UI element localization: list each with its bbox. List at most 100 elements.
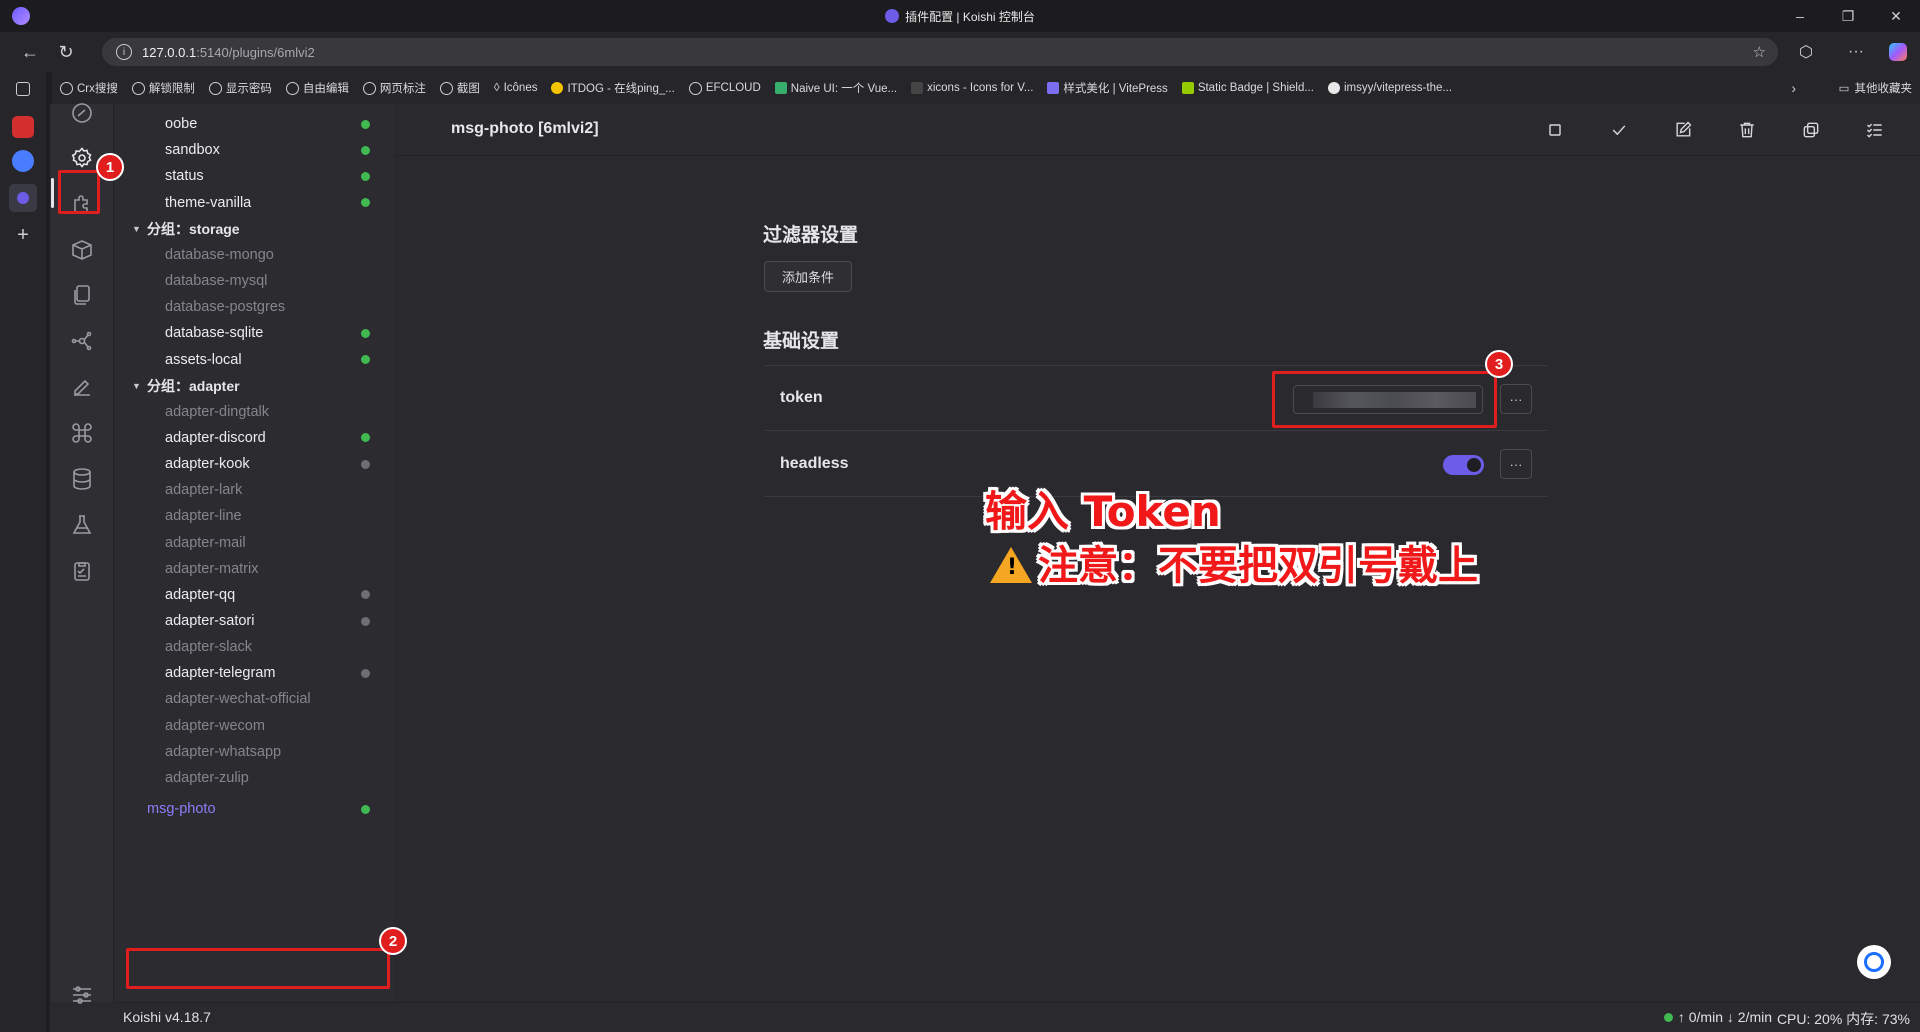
bookmark-item[interactable]: 解锁限制 xyxy=(131,80,195,96)
plugin-tree-sidebar: notifier oobe sandbox status theme-vanilla ▼ 分… xyxy=(115,104,394,1002)
new-tab-icon[interactable]: + xyxy=(12,224,34,246)
checklist-icon[interactable] xyxy=(1861,116,1889,144)
flask-icon[interactable] xyxy=(64,507,100,543)
bookmark-item[interactable]: Naive UI: 一个 Vue... xyxy=(774,80,897,96)
rename-icon[interactable] xyxy=(1669,116,1697,144)
copy-icon[interactable] xyxy=(1797,116,1825,144)
sidebar-item-label: adapter-wecom xyxy=(165,717,265,734)
globe-icon xyxy=(285,81,299,95)
sidebar-plugin-item[interactable]: msg-photo xyxy=(115,793,394,825)
basic-section-title: 基础设置 xyxy=(763,331,840,352)
address-bar[interactable]: i 127.0.0.1:5140/plugins/6mlvi2 ☆ xyxy=(102,38,1778,66)
bookmark-star-icon[interactable]: ☆ xyxy=(1753,43,1766,61)
sidebar-item-label: oobe xyxy=(165,116,198,133)
token-more-button[interactable]: ··· xyxy=(1500,384,1532,414)
sidebar-item-label: adapter-qq xyxy=(165,586,236,603)
bookmark-item[interactable]: 显示密码 xyxy=(208,80,272,96)
close-icon[interactable]: ✕ xyxy=(1872,0,1920,32)
check-icon[interactable] xyxy=(1605,116,1633,144)
sidebar-plugin-item[interactable]: adapter-zulip xyxy=(115,762,394,794)
bookmarks-bar: Crx搜搜 解锁限制 显示密码 自由编辑 网页标注 截图 ◊ Icônes ITD… xyxy=(52,72,1920,104)
sidebar-item-label: database-postgres xyxy=(165,299,286,316)
reload-icon[interactable]: ↻ xyxy=(50,36,82,68)
delete-icon[interactable] xyxy=(1733,116,1761,144)
headless-label: headless xyxy=(780,455,849,472)
stop-icon[interactable] xyxy=(1541,116,1569,144)
active-indicator xyxy=(51,178,54,208)
chevron-down-icon[interactable]: ▼ xyxy=(132,224,141,234)
status-dot xyxy=(361,145,370,155)
tab-blue-favicon-icon[interactable] xyxy=(12,150,34,172)
sidebar-item-label: adapter-kook xyxy=(165,456,250,473)
sidebar-item-label: adapter-line xyxy=(165,508,242,525)
bookmark-item[interactable]: ITDOG - 在线ping_... xyxy=(551,80,675,96)
bookmark-item[interactable]: 自由编辑 xyxy=(285,80,349,96)
other-bookmarks[interactable]: ▭ 其他收藏夹 xyxy=(1839,72,1912,104)
vertical-tabs: + xyxy=(0,72,46,1032)
status-dot xyxy=(361,355,370,364)
bookmark-item[interactable]: Static Badge | Shield... xyxy=(1181,82,1314,94)
sidebar-item-label: adapter-dingtalk xyxy=(165,403,269,420)
status-dot xyxy=(361,328,370,338)
bookmark-item[interactable]: imsyy/vitepress-the... xyxy=(1327,82,1452,94)
online-dot xyxy=(1663,1012,1673,1022)
network-icon[interactable] xyxy=(64,323,100,359)
sidebar-item-label: theme-vanilla xyxy=(165,194,252,211)
restore-icon[interactable]: ❐ xyxy=(1824,0,1872,32)
sidebar-item-label: adapter-whatsapp xyxy=(165,743,282,760)
bookmark-item[interactable]: 截图 xyxy=(439,80,480,96)
site-info-icon[interactable]: i xyxy=(116,44,132,60)
headless-more-button[interactable]: ··· xyxy=(1500,449,1532,479)
chevron-down-icon[interactable]: ▼ xyxy=(132,381,141,391)
minimize-icon[interactable]: – xyxy=(1776,0,1824,32)
dashboard-icon[interactable] xyxy=(64,95,100,131)
folder-icon: ▭ xyxy=(1838,83,1850,95)
bookmark-item[interactable]: ◊ Icônes xyxy=(494,82,538,94)
command-icon[interactable] xyxy=(64,415,100,451)
headless-toggle[interactable] xyxy=(1443,455,1484,475)
bookmark-label: 解锁限制 xyxy=(148,83,195,95)
tab-actions-icon[interactable] xyxy=(16,82,30,96)
bookmark-item[interactable]: 网页标注 xyxy=(362,80,426,96)
copilot-icon[interactable] xyxy=(1884,38,1912,66)
package-icon[interactable] xyxy=(64,232,100,268)
annotation-box-2 xyxy=(126,948,390,989)
bookmark-item[interactable]: xicons - Icons for V... xyxy=(911,82,1033,94)
files-icon[interactable] xyxy=(64,277,100,313)
network-status: ↑ 0/min ↓ 2/min xyxy=(1663,1009,1772,1025)
chevron-right-icon[interactable]: › xyxy=(1791,72,1796,104)
globe-icon xyxy=(208,81,222,95)
annotation-text-warning: ! 注意：不要把双引号戴上 xyxy=(990,533,1478,591)
edit-icon[interactable] xyxy=(64,369,100,405)
warning-mark: ! xyxy=(1007,555,1018,580)
status-bar: Koishi v4.18.7 ↑ 0/min ↓ 2/min CPU: 20% … xyxy=(115,1002,1920,1032)
itdog-icon xyxy=(551,82,564,94)
menu-icon[interactable]: ··· xyxy=(1842,38,1870,66)
database-icon[interactable] xyxy=(64,461,100,497)
bookmark-item[interactable]: 样式美化 | VitePress xyxy=(1047,80,1168,96)
sidebar-item-label: status xyxy=(165,168,204,185)
sidebar-item-label: adapter-slack xyxy=(165,639,253,656)
sliders-icon[interactable] xyxy=(64,977,100,1013)
tab-red-favicon-icon[interactable] xyxy=(12,116,34,138)
extensions-icon[interactable]: ⬡ xyxy=(1792,38,1820,66)
url-host: 127.0.0.1 xyxy=(142,44,197,60)
annotation-text-input-token: 输入 Token xyxy=(985,487,1221,536)
token-label: token xyxy=(780,389,823,406)
assistant-float-button[interactable] xyxy=(1857,945,1891,979)
clipboard-icon[interactable] xyxy=(64,553,100,589)
divider xyxy=(764,430,1548,431)
add-condition-button[interactable]: 添加条件 xyxy=(764,261,852,292)
bookmark-label: imsyy/vitepress-the... xyxy=(1343,82,1452,94)
cpu-memory[interactable]: CPU: 20% 内存: 73% xyxy=(1777,1009,1910,1029)
koishi-favicon-icon xyxy=(885,9,900,23)
bookmark-item[interactable]: EFCLOUD xyxy=(688,81,761,95)
sidebar-item-label: database-sqlite xyxy=(165,325,264,342)
back-icon[interactable]: ← xyxy=(14,36,46,68)
bookmark-item[interactable]: Crx搜搜 xyxy=(60,80,118,96)
divider xyxy=(764,365,1548,366)
tab-koishi-favicon-icon[interactable] xyxy=(9,184,37,212)
status-dot xyxy=(361,171,370,181)
network-rate: ↑ 0/min ↓ 2/min xyxy=(1677,1009,1772,1025)
sidebar-item-label: adapter-mail xyxy=(165,534,246,551)
